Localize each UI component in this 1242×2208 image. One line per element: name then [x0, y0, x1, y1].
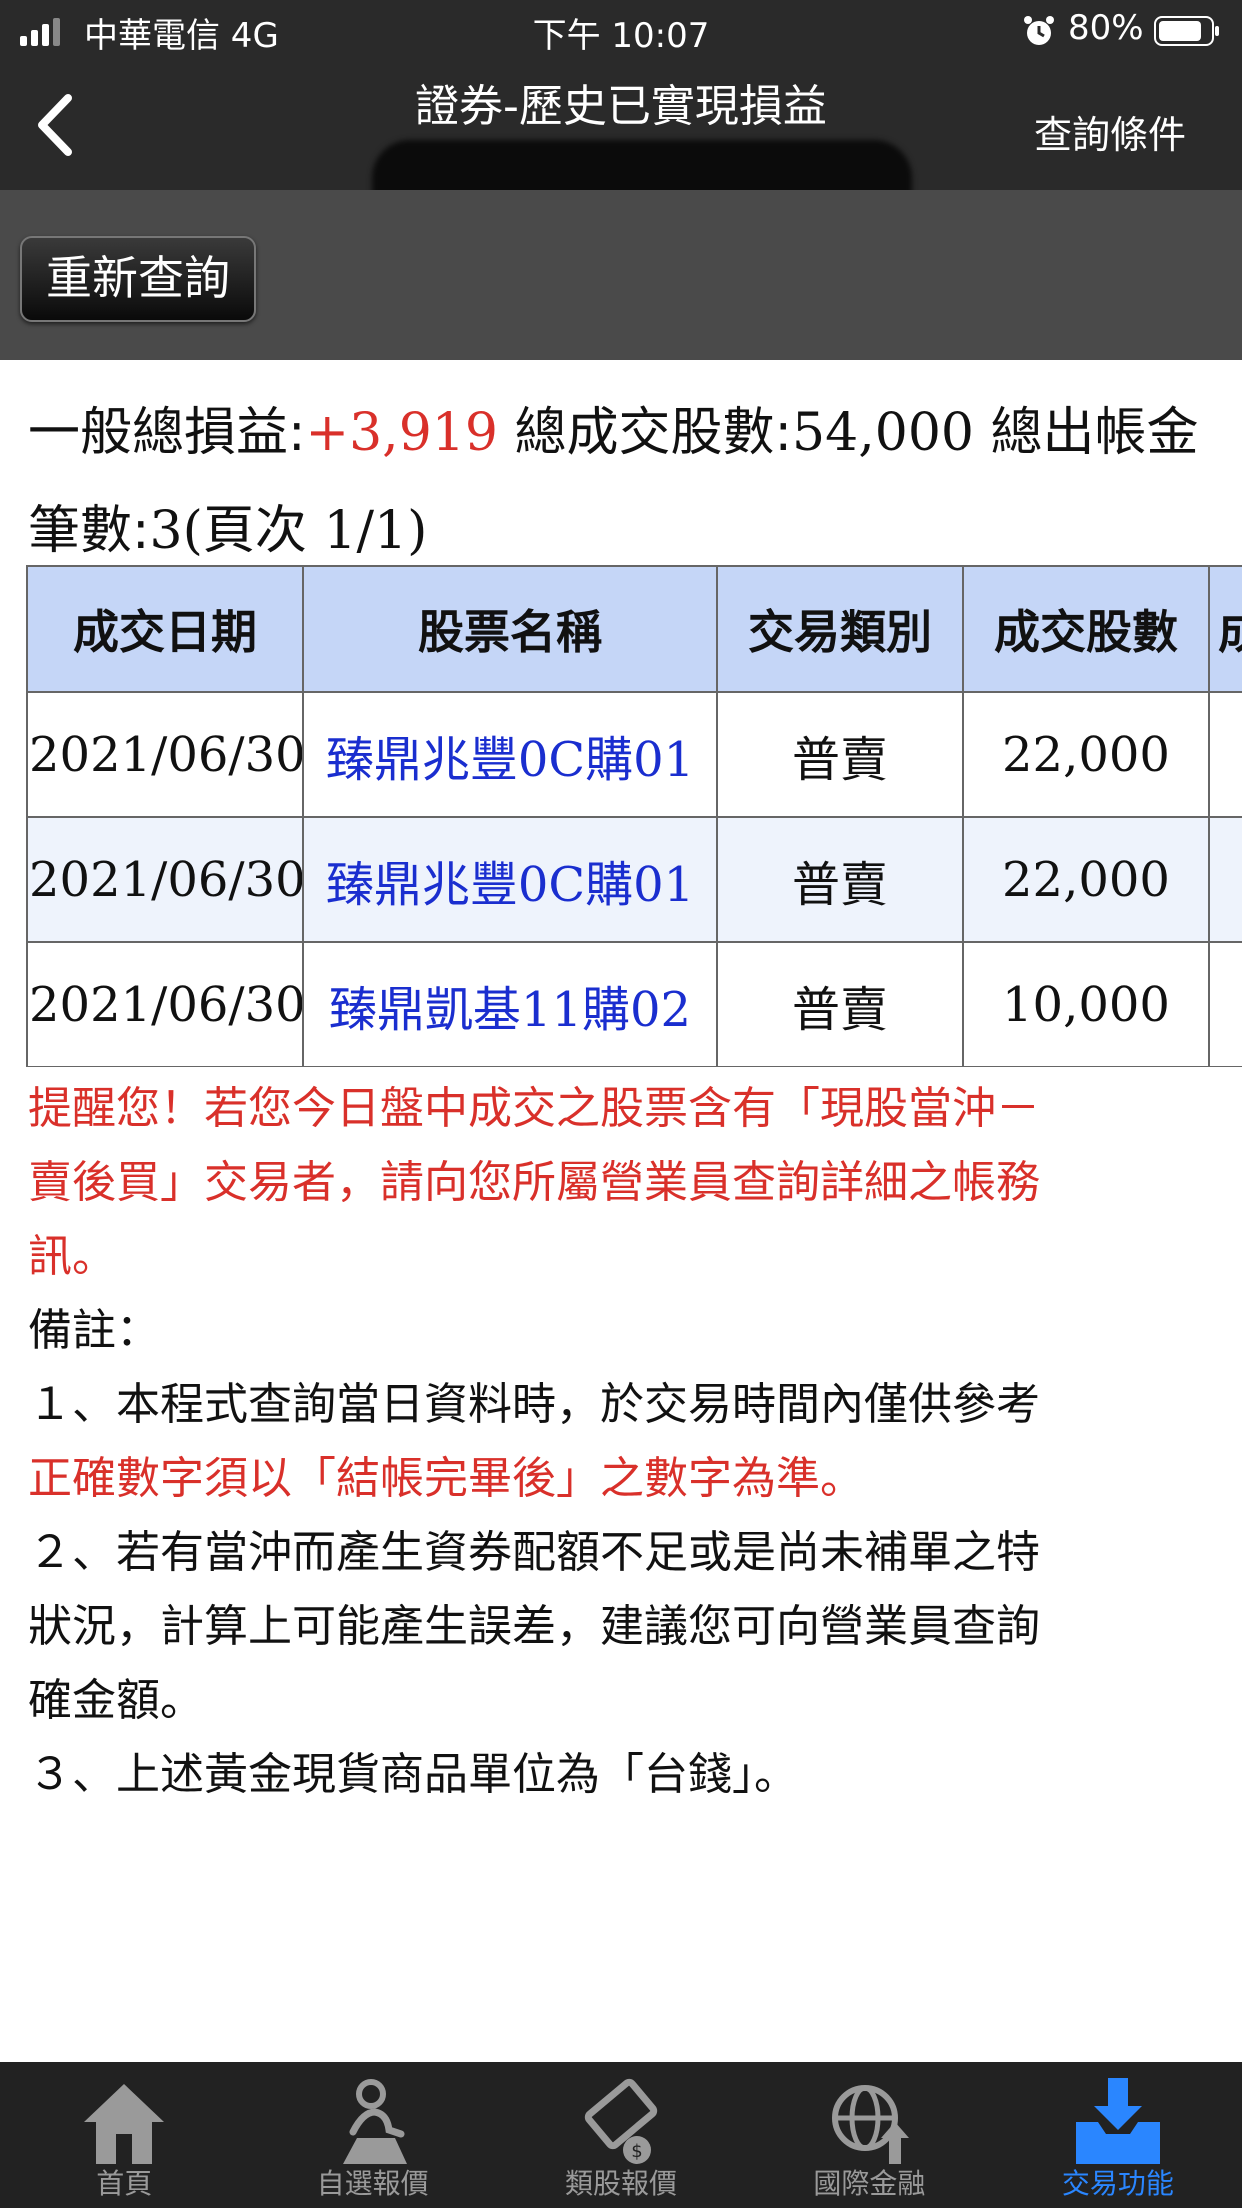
download-tray-icon [1075, 2078, 1160, 2164]
note-item-2a: ２、若有當沖而產生資券配額不足或是尚未補單之特 [28, 1527, 1040, 1578]
cell-shares: 10,000 [962, 941, 1210, 1067]
cell-type: 普賣 [716, 691, 964, 818]
cell-shares: 22,000 [962, 816, 1210, 943]
cell-date: 2021/06/30 [26, 816, 304, 943]
header-date: 成交日期 [26, 565, 304, 693]
cell-truncated [1208, 816, 1242, 943]
alarm-icon [1024, 16, 1054, 45]
notes-section: 提醒您！若您今日盤中成交之股票含有「現股當沖－ 賣後買」交易者，請向您所屬營業員… [28, 1072, 1242, 1812]
shares-label: 總成交股數: [514, 403, 793, 463]
cell-type: 普賣 [716, 816, 964, 943]
header-stock: 股票名稱 [302, 565, 718, 693]
reminder-line-1: 提醒您！若您今日盤中成交之股票含有「現股當沖－ [28, 1083, 1040, 1134]
reminder-line-3: 訊。 [28, 1231, 116, 1282]
battery-percent: 80% [1068, 8, 1144, 48]
home-icon [84, 2084, 165, 2164]
query-conditions-button[interactable]: 查詢條件 [1034, 104, 1186, 159]
battery-icon [1154, 16, 1219, 46]
film-coin-icon: $ [584, 2078, 658, 2164]
nav-bar: 證券-歷史已實現損益 查詢條件 [0, 60, 1242, 250]
note-item-1b: 正確數字須以「結帳完畢後」之數字為準。 [28, 1453, 864, 1504]
tab-label: 自選報價 [316, 2167, 429, 2200]
cell-date: 2021/06/30 [26, 691, 304, 818]
tab-label: 首頁 [96, 2167, 153, 2200]
cell-stock-link[interactable]: 臻鼎兆豐0C購01 [302, 816, 718, 943]
tab-sector-quotes[interactable]: $ 類股報價 [497, 2062, 745, 2208]
cell-stock-link[interactable]: 臻鼎兆豐0C購01 [302, 691, 718, 818]
tab-international[interactable]: 國際金融 [745, 2062, 993, 2208]
table-header-row: 成交日期 股票名稱 交易類別 成交股數 成 [26, 565, 1242, 693]
cell-shares: 22,000 [962, 691, 1210, 818]
trades-table: 成交日期 股票名稱 交易類別 成交股數 成 2021/06/30 臻鼎兆豐0C購… [26, 565, 1242, 1067]
note-item-2b: 狀況，計算上可能產生誤差，建議您可向營業員查詢 [28, 1601, 1040, 1652]
pl-value: +3,919 [305, 403, 498, 463]
note-item-2c: 確金額。 [28, 1675, 204, 1726]
cell-type: 普賣 [716, 941, 964, 1067]
bottom-tab-bar: 首頁 自選報價 $ 類股報價 國際金融 交易功能 [0, 2062, 1242, 2208]
note-item-1a: １、本程式查詢當日資料時，於交易時間內僅供參考 [28, 1379, 1040, 1430]
header-truncated: 成 [1208, 565, 1242, 693]
page-value: 1/1) [306, 501, 428, 561]
cell-truncated [1208, 691, 1242, 818]
requery-button[interactable]: 重新查詢 [20, 236, 256, 322]
table-row: 2021/06/30 臻鼎兆豐0C購01 普賣 22,000 [26, 691, 1242, 818]
tab-watchlist[interactable]: 自選報價 [248, 2062, 496, 2208]
cell-stock-link[interactable]: 臻鼎凱基11購02 [302, 941, 718, 1067]
tab-label: 國際金融 [813, 2167, 926, 2200]
summary-line: 一般總損益:+3,919 總成交股數:54,000 總出帳金 [28, 390, 1242, 465]
cell-date: 2021/06/30 [26, 941, 304, 1067]
tab-trading[interactable]: 交易功能 [994, 2062, 1242, 2208]
count-label: 筆數: [28, 501, 150, 561]
reminder-line-2: 賣後買」交易者，請向您所屬營業員查詢詳細之帳務 [28, 1157, 1040, 1208]
trades-table-container[interactable]: 成交日期 股票名稱 交易類別 成交股數 成 2021/06/30 臻鼎兆豐0C購… [26, 565, 1242, 1067]
header-type: 交易類別 [716, 565, 964, 693]
count-value: 3( [149, 501, 203, 561]
person-icon [342, 2079, 407, 2164]
page-info: 筆數:3(頁次 1/1) [28, 488, 427, 563]
globe-icon [832, 2085, 910, 2164]
status-bar: 中華電信 4G 下午 10:07 80% [0, 0, 1242, 60]
toolbar: 重新查詢 [0, 190, 1242, 360]
tab-label: 類股報價 [565, 2167, 678, 2200]
page-label: 頁次 [202, 501, 307, 561]
note-item-3: ３、上述黃金現貨商品單位為「台錢」。 [28, 1749, 798, 1800]
pl-label: 一般總損益: [28, 403, 306, 463]
cell-truncated [1208, 941, 1242, 1067]
table-row: 2021/06/30 臻鼎兆豐0C購01 普賣 22,000 [26, 816, 1242, 943]
tab-label: 交易功能 [1061, 2167, 1174, 2200]
shares-value: 54,000 [792, 403, 974, 463]
tab-home[interactable]: 首頁 [0, 2062, 248, 2208]
remark-label: 備註： [28, 1305, 160, 1356]
amount-label: 總出帳金 [990, 403, 1199, 463]
table-row: 2021/06/30 臻鼎凱基11購02 普賣 10,000 [26, 941, 1242, 1067]
svg-text:$: $ [631, 2141, 642, 2162]
header-shares: 成交股數 [962, 565, 1210, 693]
